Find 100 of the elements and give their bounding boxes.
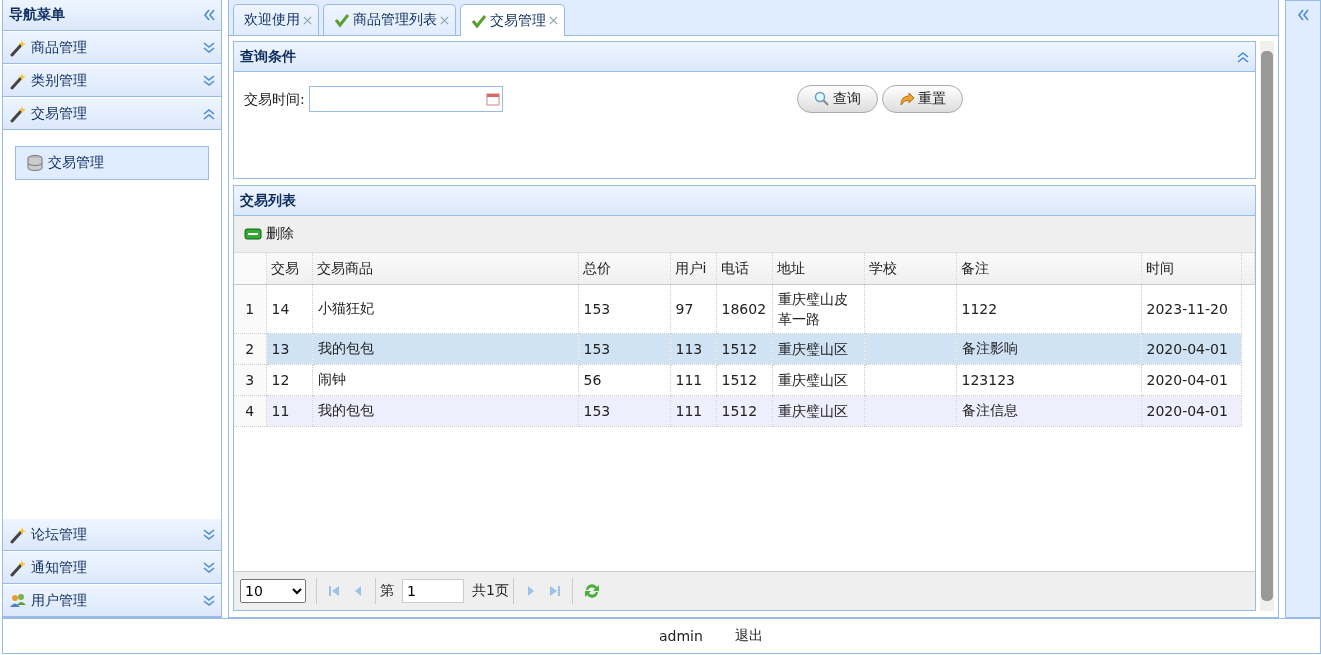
column-header[interactable]: 电话 — [716, 253, 772, 285]
table-cell: 我的包包 — [312, 395, 578, 427]
table-cell: 153 — [578, 284, 670, 334]
table-cell: 13 — [266, 333, 312, 365]
table-cell: 2020-04-01 — [1141, 333, 1241, 365]
accordion-label: 用户管理 — [31, 591, 88, 610]
table-cell: 1512 — [716, 395, 772, 427]
refresh-icon[interactable] — [582, 582, 601, 600]
table-cell: 153 — [578, 333, 670, 365]
last-page-icon[interactable] — [547, 584, 562, 598]
table-cell: 2023-11-20 — [1141, 284, 1241, 334]
nav-title: 导航菜单 — [9, 6, 66, 24]
table-cell: 重庆璧山皮革一路 — [772, 284, 864, 334]
column-header[interactable]: 总价 — [578, 253, 670, 285]
table-cell: 备注影响 — [956, 333, 1141, 365]
wand-icon — [9, 525, 27, 544]
first-page-icon[interactable] — [327, 584, 341, 598]
chevron-icon — [203, 561, 215, 574]
wand-icon — [9, 104, 27, 123]
collapse-icon[interactable] — [203, 9, 215, 21]
table-cell: 111 — [670, 364, 716, 396]
query-button[interactable]: 查询 — [796, 85, 878, 113]
date-field[interactable] — [308, 86, 503, 112]
tab[interactable]: 欢迎使用 — [233, 4, 319, 35]
table-cell: 重庆璧山区 — [772, 364, 864, 396]
collapse-icon[interactable] — [1237, 50, 1249, 63]
table-cell: 我的包包 — [312, 333, 578, 365]
expand-icon[interactable] — [1297, 9, 1309, 21]
accordion-header[interactable]: 通知管理 — [3, 551, 221, 584]
row-number: 4 — [234, 395, 266, 427]
table-cell: 111 — [670, 395, 716, 427]
page-size-select[interactable]: 10 — [240, 579, 306, 603]
table-cell: 小猫狂妃 — [312, 284, 578, 334]
accordion-header[interactable]: 用户管理 — [3, 584, 221, 617]
close-icon[interactable] — [549, 16, 558, 25]
accordion-label: 交易管理 — [31, 104, 88, 123]
accordion-header[interactable]: 商品管理 — [3, 31, 221, 64]
row-number: 1 — [234, 284, 266, 334]
scrollbar[interactable] — [1260, 41, 1274, 611]
search-icon — [813, 91, 830, 107]
accordion-header[interactable]: 交易管理 — [3, 97, 221, 130]
table-cell: 1512 — [716, 364, 772, 396]
table-cell: 2020-04-01 — [1141, 395, 1241, 427]
accordion-header[interactable]: 论坛管理 — [3, 518, 221, 551]
column-header[interactable]: 学校 — [864, 253, 956, 285]
accordion-label: 论坛管理 — [31, 525, 88, 544]
accordion-label: 类别管理 — [31, 71, 88, 90]
wand-icon — [9, 558, 27, 577]
table-cell: 11 — [266, 395, 312, 427]
table-cell: 1122 — [956, 284, 1141, 334]
table-cell: 重庆璧山区 — [772, 333, 864, 365]
table-cell: 97 — [670, 284, 716, 334]
column-header[interactable]: 地址 — [772, 253, 864, 285]
query-button[interactable]: 重置 — [881, 85, 963, 113]
field-label: 交易时间: — [244, 90, 305, 109]
delete-button[interactable]: 删除 — [242, 223, 296, 245]
page-count: 共1页 — [472, 582, 509, 600]
table-cell: 14 — [266, 284, 312, 334]
panel-title: 交易列表 — [240, 191, 297, 210]
accordion-header[interactable]: 类别管理 — [3, 64, 221, 97]
row-number: 3 — [234, 364, 266, 396]
chevron-icon — [203, 528, 215, 541]
table-cell: 备注信息 — [956, 395, 1141, 427]
wand-icon — [9, 38, 27, 57]
accordion-label: 商品管理 — [31, 38, 88, 57]
redo-icon — [898, 91, 915, 107]
table-cell: 12 — [266, 364, 312, 396]
tab[interactable]: 商品管理列表 — [323, 4, 456, 35]
table-cell: 2020-04-01 — [1141, 364, 1241, 396]
table-cell: 1512 — [716, 333, 772, 365]
table-cell: 重庆璧山区 — [772, 395, 864, 427]
chevron-icon — [203, 594, 215, 607]
nav-item[interactable]: 交易管理 — [15, 146, 209, 180]
close-icon[interactable] — [440, 15, 449, 25]
wand-icon — [9, 71, 27, 90]
users-icon — [9, 591, 27, 610]
tab[interactable]: 交易管理 — [460, 4, 565, 36]
database-icon — [26, 154, 44, 172]
column-header[interactable]: 时间 — [1141, 253, 1241, 285]
table-cell: 闹钟 — [312, 364, 578, 396]
column-header[interactable]: 用户i — [670, 253, 716, 285]
accordion-label: 通知管理 — [31, 558, 88, 577]
username: admin — [659, 628, 703, 644]
table-cell: 153 — [578, 395, 670, 427]
table-cell: 18602 — [716, 284, 772, 334]
chevron-icon — [203, 74, 215, 87]
table-cell: 113 — [670, 333, 716, 365]
column-header[interactable]: 备注 — [956, 253, 1141, 285]
column-header[interactable]: 交易商品 — [312, 253, 578, 285]
page-input[interactable]: 1 — [402, 579, 464, 603]
close-icon[interactable] — [303, 15, 312, 25]
column-header[interactable]: 交易 — [266, 253, 312, 285]
table-cell: 123123 — [956, 364, 1141, 396]
logout-link[interactable]: 退出 — [734, 627, 763, 645]
calendar-icon[interactable] — [485, 92, 500, 106]
chevron-icon — [203, 41, 215, 54]
page-label: 第 — [380, 582, 394, 600]
chevron-icon — [203, 107, 215, 120]
panel-title: 查询条件 — [240, 47, 297, 66]
row-number: 2 — [234, 333, 266, 365]
